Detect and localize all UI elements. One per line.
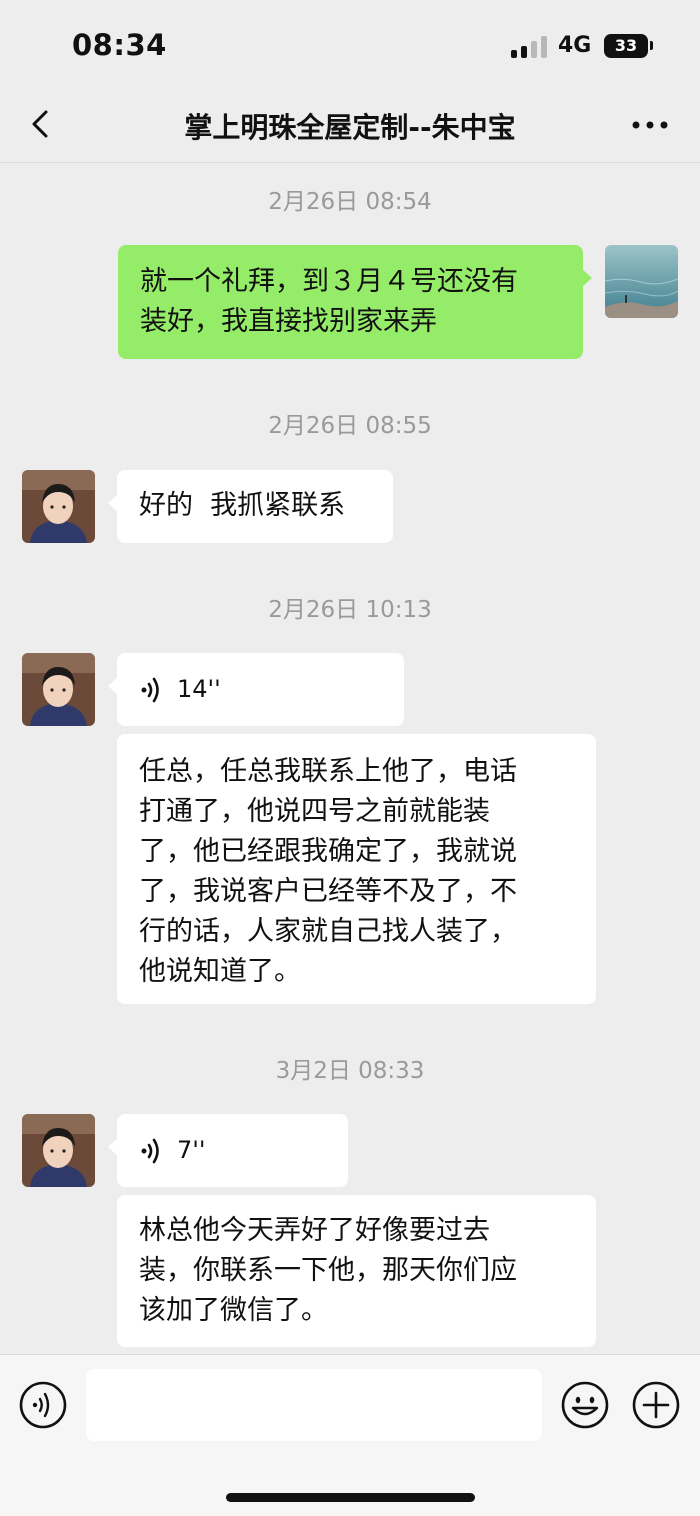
- voice-icon: [141, 677, 159, 703]
- message-timestamp: 2月26日 10:13: [268, 597, 432, 623]
- network-type: 4G: [558, 33, 592, 58]
- message-text-line: 林总他今天弄好了好像要过去: [139, 1215, 490, 1246]
- message-input[interactable]: [86, 1369, 542, 1441]
- home-indicator[interactable]: [226, 1493, 475, 1502]
- message-text-line: 就一个礼拜，到３月４号还没有: [140, 266, 518, 297]
- message-text-line: 装好，我直接找别家来弄: [140, 306, 437, 337]
- status-bar: 08:34 4G 33: [0, 0, 700, 90]
- message-bubble-self[interactable]: 就一个礼拜，到３月４号还没有 装好，我直接找别家来弄: [118, 245, 592, 359]
- chat-title: 掌上明珠全屋定制--朱中宝: [184, 111, 516, 144]
- voice-message-bubble[interactable]: 14'': [108, 653, 404, 726]
- message-text: 好的 我抓紧联系: [139, 490, 346, 521]
- message-timestamp: 3月2日 08:33: [275, 1058, 425, 1084]
- voice-icon: [141, 1138, 159, 1164]
- voice-duration: 14'': [177, 675, 221, 703]
- plus-icon[interactable]: [631, 1380, 681, 1430]
- status-time: 08:34: [72, 28, 167, 62]
- message-text-line: 该加了微信了。: [139, 1295, 328, 1326]
- message-bubble-contact[interactable]: 任总，任总我联系上他了，电话 打通了，他说四号之前就能装 了，他已经跟我确定了，…: [117, 734, 596, 1004]
- voice-duration: 7'': [177, 1136, 206, 1164]
- message-text-line: 打通了，他说四号之前就能装: [139, 796, 490, 827]
- self-avatar[interactable]: [605, 245, 678, 318]
- message-text-line: 行的话，人家就自己找人装了，: [139, 916, 517, 947]
- back-icon[interactable]: [24, 106, 60, 142]
- contact-avatar[interactable]: [22, 470, 95, 543]
- message-text-line: 了，他已经跟我确定了，我就说: [139, 836, 517, 867]
- emoji-icon[interactable]: [560, 1380, 610, 1430]
- message-bubble-contact[interactable]: 林总他今天弄好了好像要过去 装，你联系一下他，那天你们应 该加了微信了。: [117, 1195, 596, 1347]
- message-text-line: 他说知道了。: [139, 956, 301, 987]
- message-text-line: 装，你联系一下他，那天你们应: [139, 1255, 517, 1286]
- message-text-line: 了，我说客户已经等不及了，不: [139, 876, 517, 907]
- message-timestamp: 2月26日 08:54: [268, 189, 432, 215]
- contact-avatar[interactable]: [22, 1114, 95, 1187]
- more-icon[interactable]: [628, 112, 672, 138]
- signal-icon: [511, 36, 547, 58]
- message-timestamp: 2月26日 08:55: [268, 413, 432, 439]
- chat-header: 掌上明珠全屋定制--朱中宝: [0, 90, 700, 163]
- voice-toggle-icon[interactable]: [18, 1380, 68, 1430]
- battery-icon: 33: [604, 34, 648, 58]
- message-bubble-contact[interactable]: 好的 我抓紧联系: [108, 470, 393, 543]
- voice-message-bubble[interactable]: 7'': [108, 1114, 348, 1187]
- message-text-line: 任总，任总我联系上他了，电话: [139, 756, 517, 787]
- input-bar: [0, 1354, 700, 1516]
- battery-tip: [650, 41, 653, 50]
- contact-avatar[interactable]: [22, 653, 95, 726]
